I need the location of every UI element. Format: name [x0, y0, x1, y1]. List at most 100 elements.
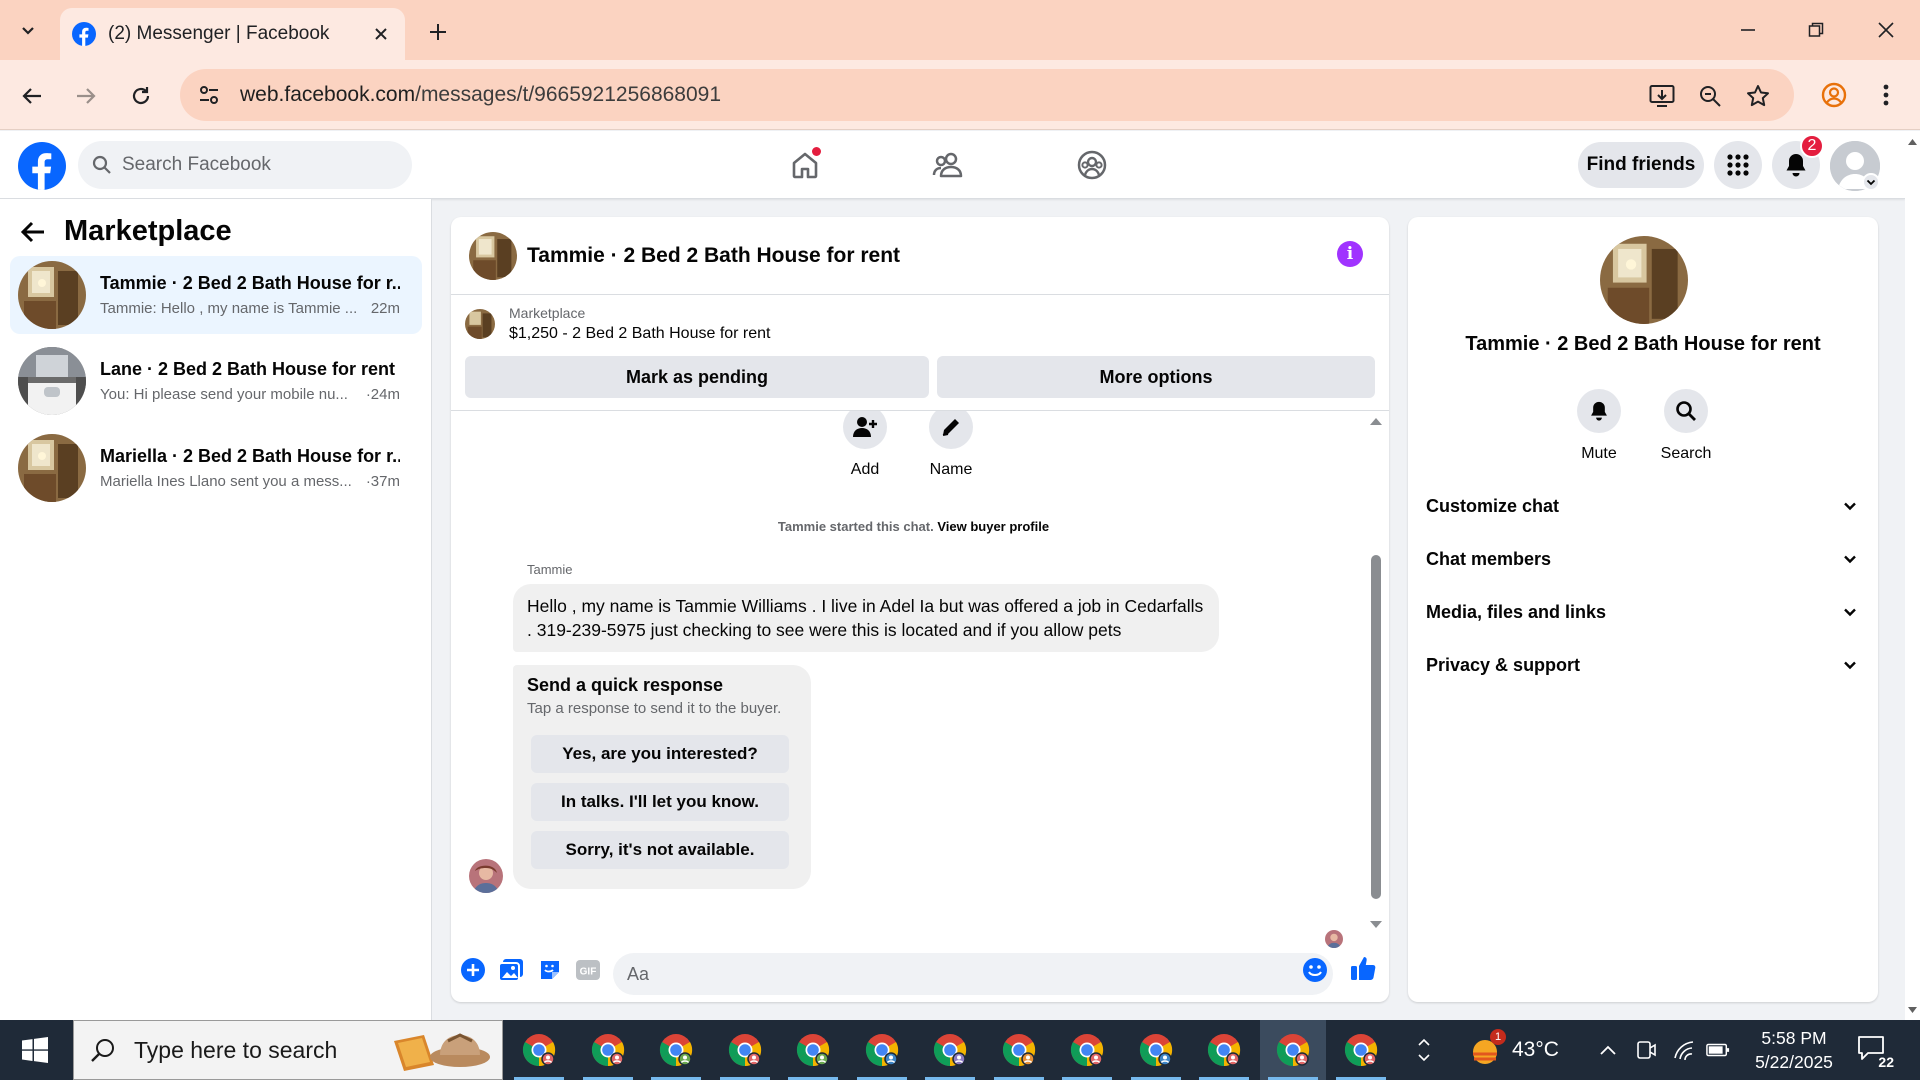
quick-reply-in-talks[interactable]: In talks. I'll let you know. [531, 783, 789, 821]
conversation-time: 22m [370, 300, 400, 317]
mark-as-pending-button[interactable]: Mark as pending [465, 356, 929, 398]
like-thumb-icon[interactable] [1349, 954, 1377, 982]
taskbar-chrome-app[interactable] [780, 1020, 846, 1080]
facebook-search-input[interactable]: Search Facebook [78, 141, 412, 189]
friends-nav-button[interactable] [926, 143, 970, 187]
conversation-name: Mariella · 2 Bed 2 Bath House for r... [100, 446, 400, 466]
info-icon[interactable]: i [1337, 241, 1363, 267]
taskbar-chrome-app[interactable] [1191, 1020, 1257, 1080]
tab-close-icon[interactable] [369, 22, 393, 46]
quick-reply-not-available[interactable]: Sorry, it's not available. [531, 831, 789, 869]
taskbar-chrome-app[interactable] [986, 1020, 1052, 1080]
message-input[interactable] [613, 953, 1333, 995]
conversation-name: Lane · 2 Bed 2 Bath House for rent [100, 359, 396, 379]
taskbar-chrome-app[interactable] [1328, 1020, 1394, 1080]
mute-button[interactable]: Mute [1554, 389, 1644, 463]
back-arrow-icon[interactable] [20, 219, 46, 245]
find-friends-button[interactable]: Find friends [1578, 142, 1704, 188]
chat-header: Tammie · 2 Bed 2 Bath House for rent i [451, 217, 1389, 295]
marketplace-sidebar: Marketplace Tammie · 2 Bed 2 Bath House … [0, 199, 432, 1021]
plus-icon [430, 24, 446, 40]
zoom-icon[interactable] [1696, 82, 1724, 110]
search-icon [91, 1039, 114, 1062]
facebook-header: Search Facebook Find friends 2 [0, 131, 1905, 199]
forward-button[interactable] [68, 78, 104, 114]
taskbar-chrome-app[interactable] [712, 1020, 778, 1080]
hidden-icons-chevron-icon[interactable] [1596, 1038, 1620, 1062]
taskbar-chrome-app[interactable] [575, 1020, 641, 1080]
taskbar-chrome-app[interactable] [1123, 1020, 1189, 1080]
listing-thumbnail [18, 261, 86, 329]
close-window-button[interactable] [1862, 10, 1910, 50]
message-bubble[interactable]: Hello , my name is Tammie Williams . I l… [513, 584, 1219, 652]
photo-icon[interactable] [497, 956, 525, 984]
weather-widget[interactable]: 1 43°C [1468, 1020, 1559, 1080]
gif-icon[interactable]: GIF [574, 956, 602, 984]
minimize-button[interactable] [1724, 10, 1772, 50]
taskbar-chrome-app[interactable] [1259, 1020, 1326, 1080]
more-options-button[interactable]: More options [937, 356, 1375, 398]
chevron-down-icon [1844, 661, 1856, 670]
taskbar-chrome-app[interactable] [643, 1020, 709, 1080]
emoji-icon[interactable] [1301, 956, 1329, 984]
site-info-icon[interactable] [196, 82, 222, 108]
privacy-support-section[interactable]: Privacy & support [1426, 643, 1858, 687]
listing-thumbnail [18, 434, 86, 502]
new-tab-button[interactable] [422, 16, 454, 48]
home-nav-button[interactable] [783, 143, 827, 187]
message-scrollbar[interactable] [1368, 415, 1384, 931]
conversation-item-tammie[interactable]: Tammie · 2 Bed 2 Bath House for r... Tam… [10, 256, 422, 334]
notification-center-button[interactable]: 22 [1856, 1034, 1896, 1070]
taskbar-chrome-app[interactable] [1054, 1020, 1120, 1080]
conversation-item-mariella[interactable]: Mariella · 2 Bed 2 Bath House for r... M… [10, 429, 422, 507]
notification-badge: 2 [1800, 134, 1824, 158]
battery-icon[interactable] [1706, 1038, 1730, 1062]
plus-circle-icon[interactable] [459, 956, 487, 984]
facebook-logo-icon[interactable] [18, 142, 66, 190]
taskbar-search[interactable]: Type here to search [73, 1020, 503, 1080]
taskbar-chrome-app[interactable] [849, 1020, 915, 1080]
groups-nav-button[interactable] [1070, 143, 1114, 187]
taskbar-scroll[interactable] [1412, 1020, 1436, 1080]
browser-tab-active[interactable]: (2) Messenger | Facebook [60, 8, 405, 60]
account-caret-icon[interactable] [1862, 173, 1880, 191]
taskbar-clock[interactable]: 5:58 PM 5/22/2025 [1746, 1026, 1842, 1074]
chat-avatar[interactable] [469, 231, 517, 280]
menu-grid-button[interactable] [1714, 141, 1762, 189]
chat-members-section[interactable]: Chat members [1426, 537, 1858, 581]
install-app-icon[interactable] [1648, 82, 1676, 110]
customize-chat-section[interactable]: Customize chat [1426, 484, 1858, 528]
chevron-down-icon [1418, 1054, 1430, 1062]
listing-thumbnail [465, 309, 495, 339]
taskbar-chrome-app[interactable] [506, 1020, 572, 1080]
page-scrollbar[interactable] [1905, 131, 1920, 1021]
chat-title[interactable]: Tammie · 2 Bed 2 Bath House for rent [527, 244, 900, 268]
meet-now-icon[interactable] [1634, 1038, 1658, 1062]
bookmark-star-icon[interactable] [1744, 82, 1772, 110]
sidebar-header: Marketplace [20, 215, 232, 248]
media-files-links-section[interactable]: Media, files and links [1426, 590, 1858, 634]
listing-summary[interactable]: Marketplace $1,250 - 2 Bed 2 Bath House … [465, 305, 771, 343]
scrollbar-thumb[interactable] [1371, 555, 1381, 899]
view-buyer-profile-link[interactable]: View buyer profile [937, 519, 1049, 534]
menu-dots-icon[interactable] [1868, 77, 1904, 113]
sticker-icon[interactable] [536, 956, 564, 984]
quick-reply-interested[interactable]: Yes, are you interested? [531, 735, 789, 773]
add-people-button[interactable]: Add [825, 411, 905, 479]
sender-avatar[interactable] [469, 859, 503, 893]
conversation-item-lane[interactable]: Lane · 2 Bed 2 Bath House for rent You: … [10, 342, 422, 420]
back-button[interactable] [14, 78, 50, 114]
wifi-icon[interactable] [1672, 1038, 1696, 1062]
reload-button[interactable] [123, 78, 159, 114]
edit-name-button[interactable]: Name [911, 411, 991, 479]
restore-button[interactable] [1792, 10, 1840, 50]
arrow-left-icon [22, 88, 41, 104]
conversation-time: ·37m [365, 473, 400, 490]
address-bar[interactable]: web.facebook.com/messages/t/966592125686… [180, 69, 1794, 121]
taskbar-chrome-app[interactable] [917, 1020, 983, 1080]
tab-search-button[interactable] [12, 14, 44, 46]
search-in-chat-button[interactable]: Search [1641, 389, 1731, 463]
start-button[interactable] [0, 1020, 70, 1080]
profile-icon[interactable] [1816, 77, 1852, 113]
chrome-icon [1207, 1034, 1241, 1067]
